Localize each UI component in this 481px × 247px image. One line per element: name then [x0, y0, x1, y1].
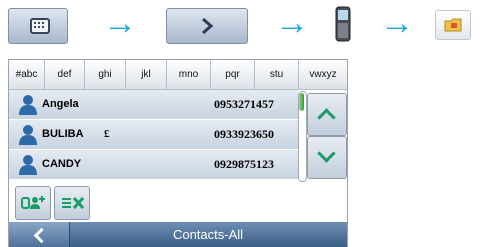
add-contact-button[interactable] — [15, 186, 51, 220]
contact-symbol: £ — [104, 128, 110, 140]
scroll-up-button[interactable] — [307, 93, 347, 136]
contact-number: 0929875123 — [214, 157, 274, 171]
chevron-down-icon — [317, 144, 336, 163]
folder-icon — [444, 18, 462, 32]
arrow-right-icon: → — [103, 4, 137, 42]
contact-row[interactable]: BULIBA £ 0933923650 — [9, 120, 298, 150]
scrollbar-thumb[interactable] — [299, 93, 304, 111]
contact-name: CANDY — [42, 158, 82, 170]
tab-mno[interactable]: mno — [167, 60, 211, 90]
arrow-right-icon: → — [380, 4, 414, 42]
chevron-up-icon — [317, 108, 336, 127]
tab-stu[interactable]: stu — [255, 60, 299, 90]
tab-ghi[interactable]: ghi — [85, 60, 126, 90]
contact-name: BULIBA — [42, 128, 84, 140]
person-icon — [19, 155, 37, 175]
person-icon — [19, 95, 37, 115]
contact-row[interactable]: CANDY 0929875123 — [9, 150, 298, 180]
delete-list-icon — [62, 196, 85, 210]
forward-button[interactable] — [166, 8, 248, 44]
bottom-bar: Contacts-All — [9, 222, 347, 247]
keyboard-button[interactable] — [8, 8, 68, 44]
page-title: Contacts-All — [172, 227, 244, 242]
contacts-folder-button[interactable] — [435, 10, 471, 40]
tab-jkl[interactable]: jkl — [126, 60, 167, 90]
tab-pqr[interactable]: pqr — [211, 60, 255, 90]
contacts-screen: #abc def ghi jkl mno pqr stu vwxyz Angel… — [8, 59, 348, 247]
contact-name: Angela — [42, 98, 79, 110]
tab-vwxyz[interactable]: vwxyz — [299, 60, 347, 90]
person-icon — [19, 125, 37, 145]
add-contact-icon — [21, 196, 45, 209]
chevron-right-icon — [202, 18, 214, 34]
back-button[interactable] — [9, 222, 70, 247]
tab-def[interactable]: def — [45, 60, 85, 90]
mobile-phone-icon — [335, 6, 351, 42]
chevron-left-icon — [33, 227, 50, 244]
contact-row[interactable]: Angela 0953271457 — [9, 90, 298, 120]
contact-number: 0933923650 — [214, 127, 274, 141]
delete-contacts-button[interactable] — [54, 186, 90, 220]
tab-abc[interactable]: #abc — [9, 60, 45, 90]
contact-number: 0953271457 — [214, 97, 274, 111]
scroll-down-button[interactable] — [307, 136, 347, 179]
keyboard-icon — [30, 18, 50, 34]
arrow-right-icon: → — [275, 4, 309, 42]
